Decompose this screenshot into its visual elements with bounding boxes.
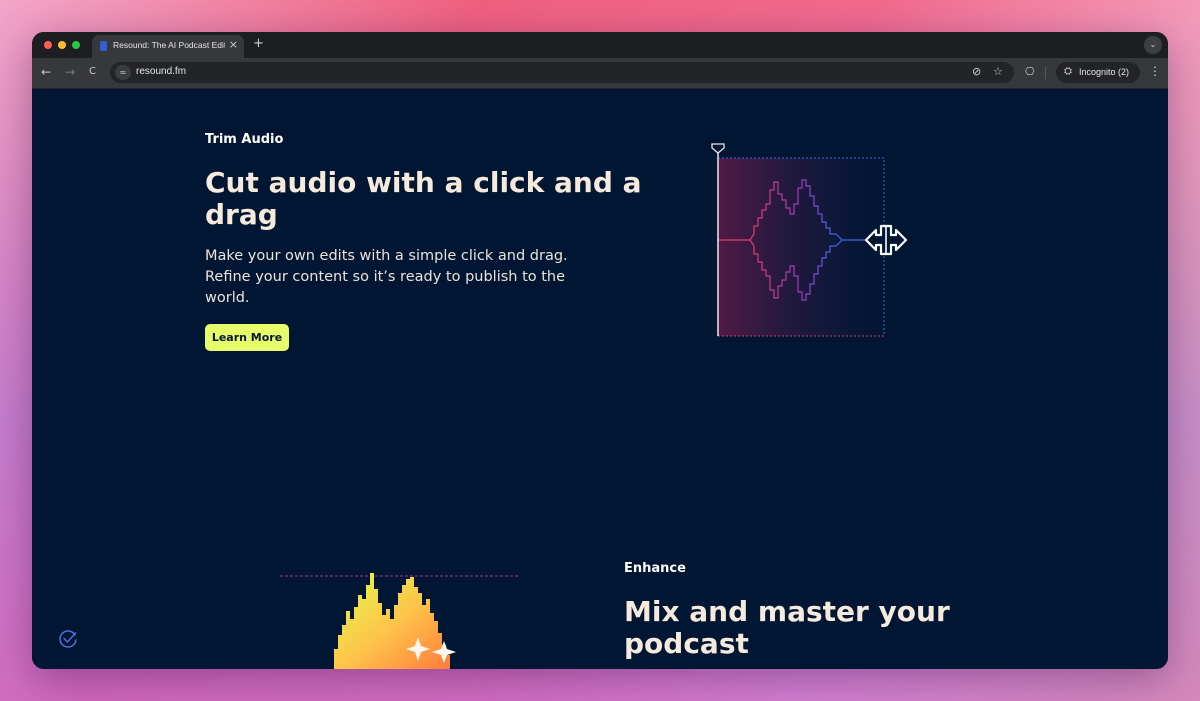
- tab-close-icon[interactable]: ×: [229, 38, 238, 51]
- enhance-headline: Mix and master your podcast: [624, 596, 950, 660]
- check-circle-icon[interactable]: [58, 629, 78, 649]
- eye-off-icon[interactable]: ⊘: [972, 65, 981, 78]
- trim-selection-area[interactable]: [718, 158, 884, 336]
- enhance-audio-illustration: [280, 573, 518, 669]
- incognito-badge[interactable]: ⛭ Incognito (2): [1056, 62, 1140, 83]
- trim-body: Make your own edits with a simple click …: [205, 246, 568, 309]
- back-icon[interactable]: ←: [41, 65, 51, 79]
- trim-body-line3: world.: [205, 290, 250, 306]
- trim-headline: Cut audio with a click and a drag: [205, 167, 642, 231]
- browser-window: Resound: The AI Podcast Editor × + ⌄ ← →…: [32, 32, 1168, 669]
- enhance-eyebrow: Enhance: [624, 561, 686, 576]
- learn-more-button[interactable]: Learn More: [205, 324, 289, 351]
- enhance-headline-line2: podcast: [624, 627, 749, 660]
- tab-strip: Resound: The AI Podcast Editor × + ⌄: [32, 32, 1168, 58]
- resound-favicon-icon: [100, 41, 107, 51]
- trim-waveform-illustration: [632, 143, 962, 337]
- tab-search-icon[interactable]: ⌄: [1144, 36, 1162, 54]
- url-text[interactable]: resound.fm: [136, 66, 186, 77]
- minimize-window-button[interactable]: [58, 41, 66, 49]
- enhance-bars: [334, 573, 450, 669]
- reload-icon[interactable]: C: [89, 66, 96, 77]
- toolbar-divider: [1045, 67, 1046, 79]
- site-info-icon[interactable]: ≈: [115, 65, 131, 80]
- close-window-button[interactable]: [44, 41, 52, 49]
- maximize-window-button[interactable]: [72, 41, 80, 49]
- bookmark-star-icon[interactable]: ☆: [993, 65, 1003, 78]
- new-tab-icon[interactable]: +: [253, 36, 264, 51]
- trim-headline-line1: Cut audio with a click and a: [205, 166, 642, 199]
- active-tab[interactable]: Resound: The AI Podcast Editor ×: [92, 35, 244, 58]
- enhance-headline-line1: Mix and master your: [624, 595, 950, 628]
- incognito-label: Incognito (2): [1079, 67, 1130, 77]
- incognito-icon: ⛭: [1064, 66, 1072, 77]
- trim-body-line1: Make your own edits with a simple click …: [205, 248, 568, 264]
- trim-body-line2: Refine your content so it’s ready to pub…: [205, 269, 566, 285]
- browser-toolbar: ← → C ≈ resound.fm ⊘ ☆ ⎔ ⛭ Incognito (2)…: [32, 58, 1168, 89]
- browser-menu-icon[interactable]: ⋮: [1149, 64, 1161, 78]
- page-content: Trim Audio Cut audio with a click and a …: [32, 89, 1168, 669]
- tab-title: Resound: The AI Podcast Editor: [113, 40, 225, 50]
- playhead-marker-icon[interactable]: [711, 143, 725, 154]
- trim-eyebrow: Trim Audio: [205, 132, 284, 147]
- extensions-icon[interactable]: ⎔: [1025, 65, 1035, 78]
- trim-headline-line2: drag: [205, 198, 278, 231]
- address-bar[interactable]: ≈ resound.fm ⊘ ☆: [110, 62, 1014, 83]
- forward-icon[interactable]: →: [65, 65, 75, 79]
